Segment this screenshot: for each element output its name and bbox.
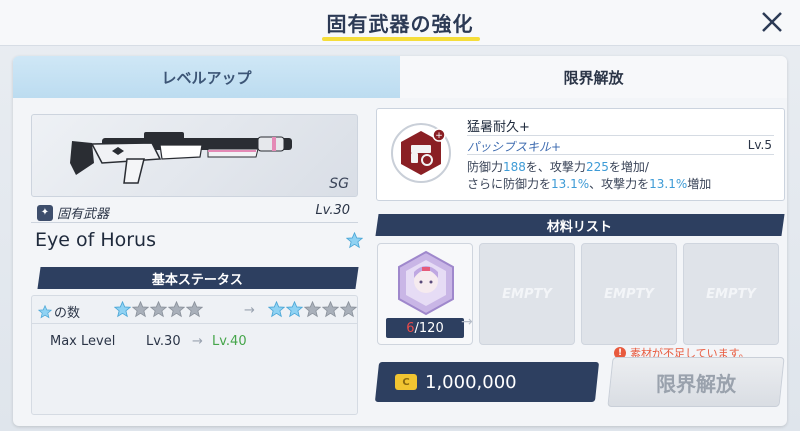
weapon-meta-row: ✦ 固有武器 Lv.30 [31,201,358,223]
max-level-from: Lv.30 [146,334,181,349]
credit-icon: C [395,374,417,390]
arrow-icon: → [461,314,473,330]
star-icon [38,304,52,318]
weapon-kind-label: 固有武器 [57,207,110,222]
max-level-label: Max Level [50,334,116,349]
shotgun-icon [70,132,292,184]
stars-label-text: の数 [54,306,81,321]
header-bar: 固有武器の強化 [0,0,800,46]
star-empty-icon [186,301,203,318]
basic-status-box: の数 → Max Level Lv.30 → Lv.40 [31,295,358,415]
cost-display: C 1,000,000 [395,362,517,402]
material-slot-empty: EMPTY [479,243,575,345]
skill-level: Lv.5 [747,138,772,152]
title-underline [322,37,480,41]
close-icon[interactable] [758,8,786,36]
material-slot-empty: EMPTY [581,243,677,345]
weapon-name: Eye of Horus [35,229,156,251]
material-item-icon [398,250,454,316]
enhance-panel: レベルアップ 限界解放 SG ✦ 固有武器 Lv.30 Eye of Horus [13,56,787,426]
star-empty-icon [340,301,357,318]
star-empty-icon [150,301,167,318]
weapon-type-label: SG [329,176,349,192]
material-slot[interactable]: 6/120 [377,243,473,345]
stars-current [114,301,203,318]
star-empty-icon [168,301,185,318]
star-empty-icon [304,301,321,318]
max-level-to: Lv.40 [212,334,247,349]
skill-type: パッシブスキル+ [467,140,562,154]
rifle-badge-icon: ✦ [37,204,53,221]
materials-heading-label: 材料リスト [547,219,613,235]
page-title: 固有武器の強化 [326,12,474,36]
star-filled-icon [286,301,303,318]
skill-desc-line-2: さらに防御力を13.1%、攻撃力を13.1%増加 [467,177,712,191]
star-empty-icon [132,301,149,318]
skill-description: 防御力188を、攻撃力225を増加/ さらに防御力を13.1%、攻撃力を13.1… [467,159,711,193]
skill-gun-icon: + [391,123,451,183]
stars-next [268,301,357,318]
material-slot-empty: EMPTY [683,243,779,345]
material-count: 6/120 [386,318,464,338]
stars-label: の数 [38,302,80,321]
arrow-icon: → [192,334,203,349]
tab-limit-break[interactable]: 限界解放 [400,56,787,98]
star-empty-icon [322,301,339,318]
material-owned: 6 [406,320,415,336]
svg-text:+: + [435,131,443,141]
weapon-card: SG [31,114,358,197]
arrow-icon: → [244,303,255,318]
weapon-level: Lv.30 [315,203,350,218]
skill-desc-line-1: 防御力188を、攻撃力225を増加/ [467,160,649,174]
skill-name: 猛暑耐久+ [467,120,530,135]
basic-status-heading: 基本ステータス [37,267,359,289]
tab-level-up[interactable]: レベルアップ [13,56,400,98]
material-required: /120 [414,320,444,336]
limit-break-button-label: 限界解放 [656,371,736,396]
materials-heading: 材料リスト [375,214,785,236]
skill-type-row: パッシブスキル+ Lv.5 [467,135,774,155]
weapon-kind: ✦ 固有武器 [37,203,109,222]
star-filled-icon [114,301,131,318]
max-level-row: Max Level Lv.30 → Lv.40 [32,328,357,354]
stars-row: の数 → [32,298,357,324]
star-icon [346,232,363,249]
tab-bar: レベルアップ 限界解放 [13,56,787,98]
star-filled-icon [268,301,285,318]
skill-box: + 猛暑耐久+ パッシブスキル+ Lv.5 防御力188を、攻撃力225を増加/… [376,108,785,201]
limit-break-button[interactable]: 限界解放 [607,357,785,407]
basic-status-heading-label: 基本ステータス [152,272,244,288]
cost-amount: 1,000,000 [425,371,517,393]
